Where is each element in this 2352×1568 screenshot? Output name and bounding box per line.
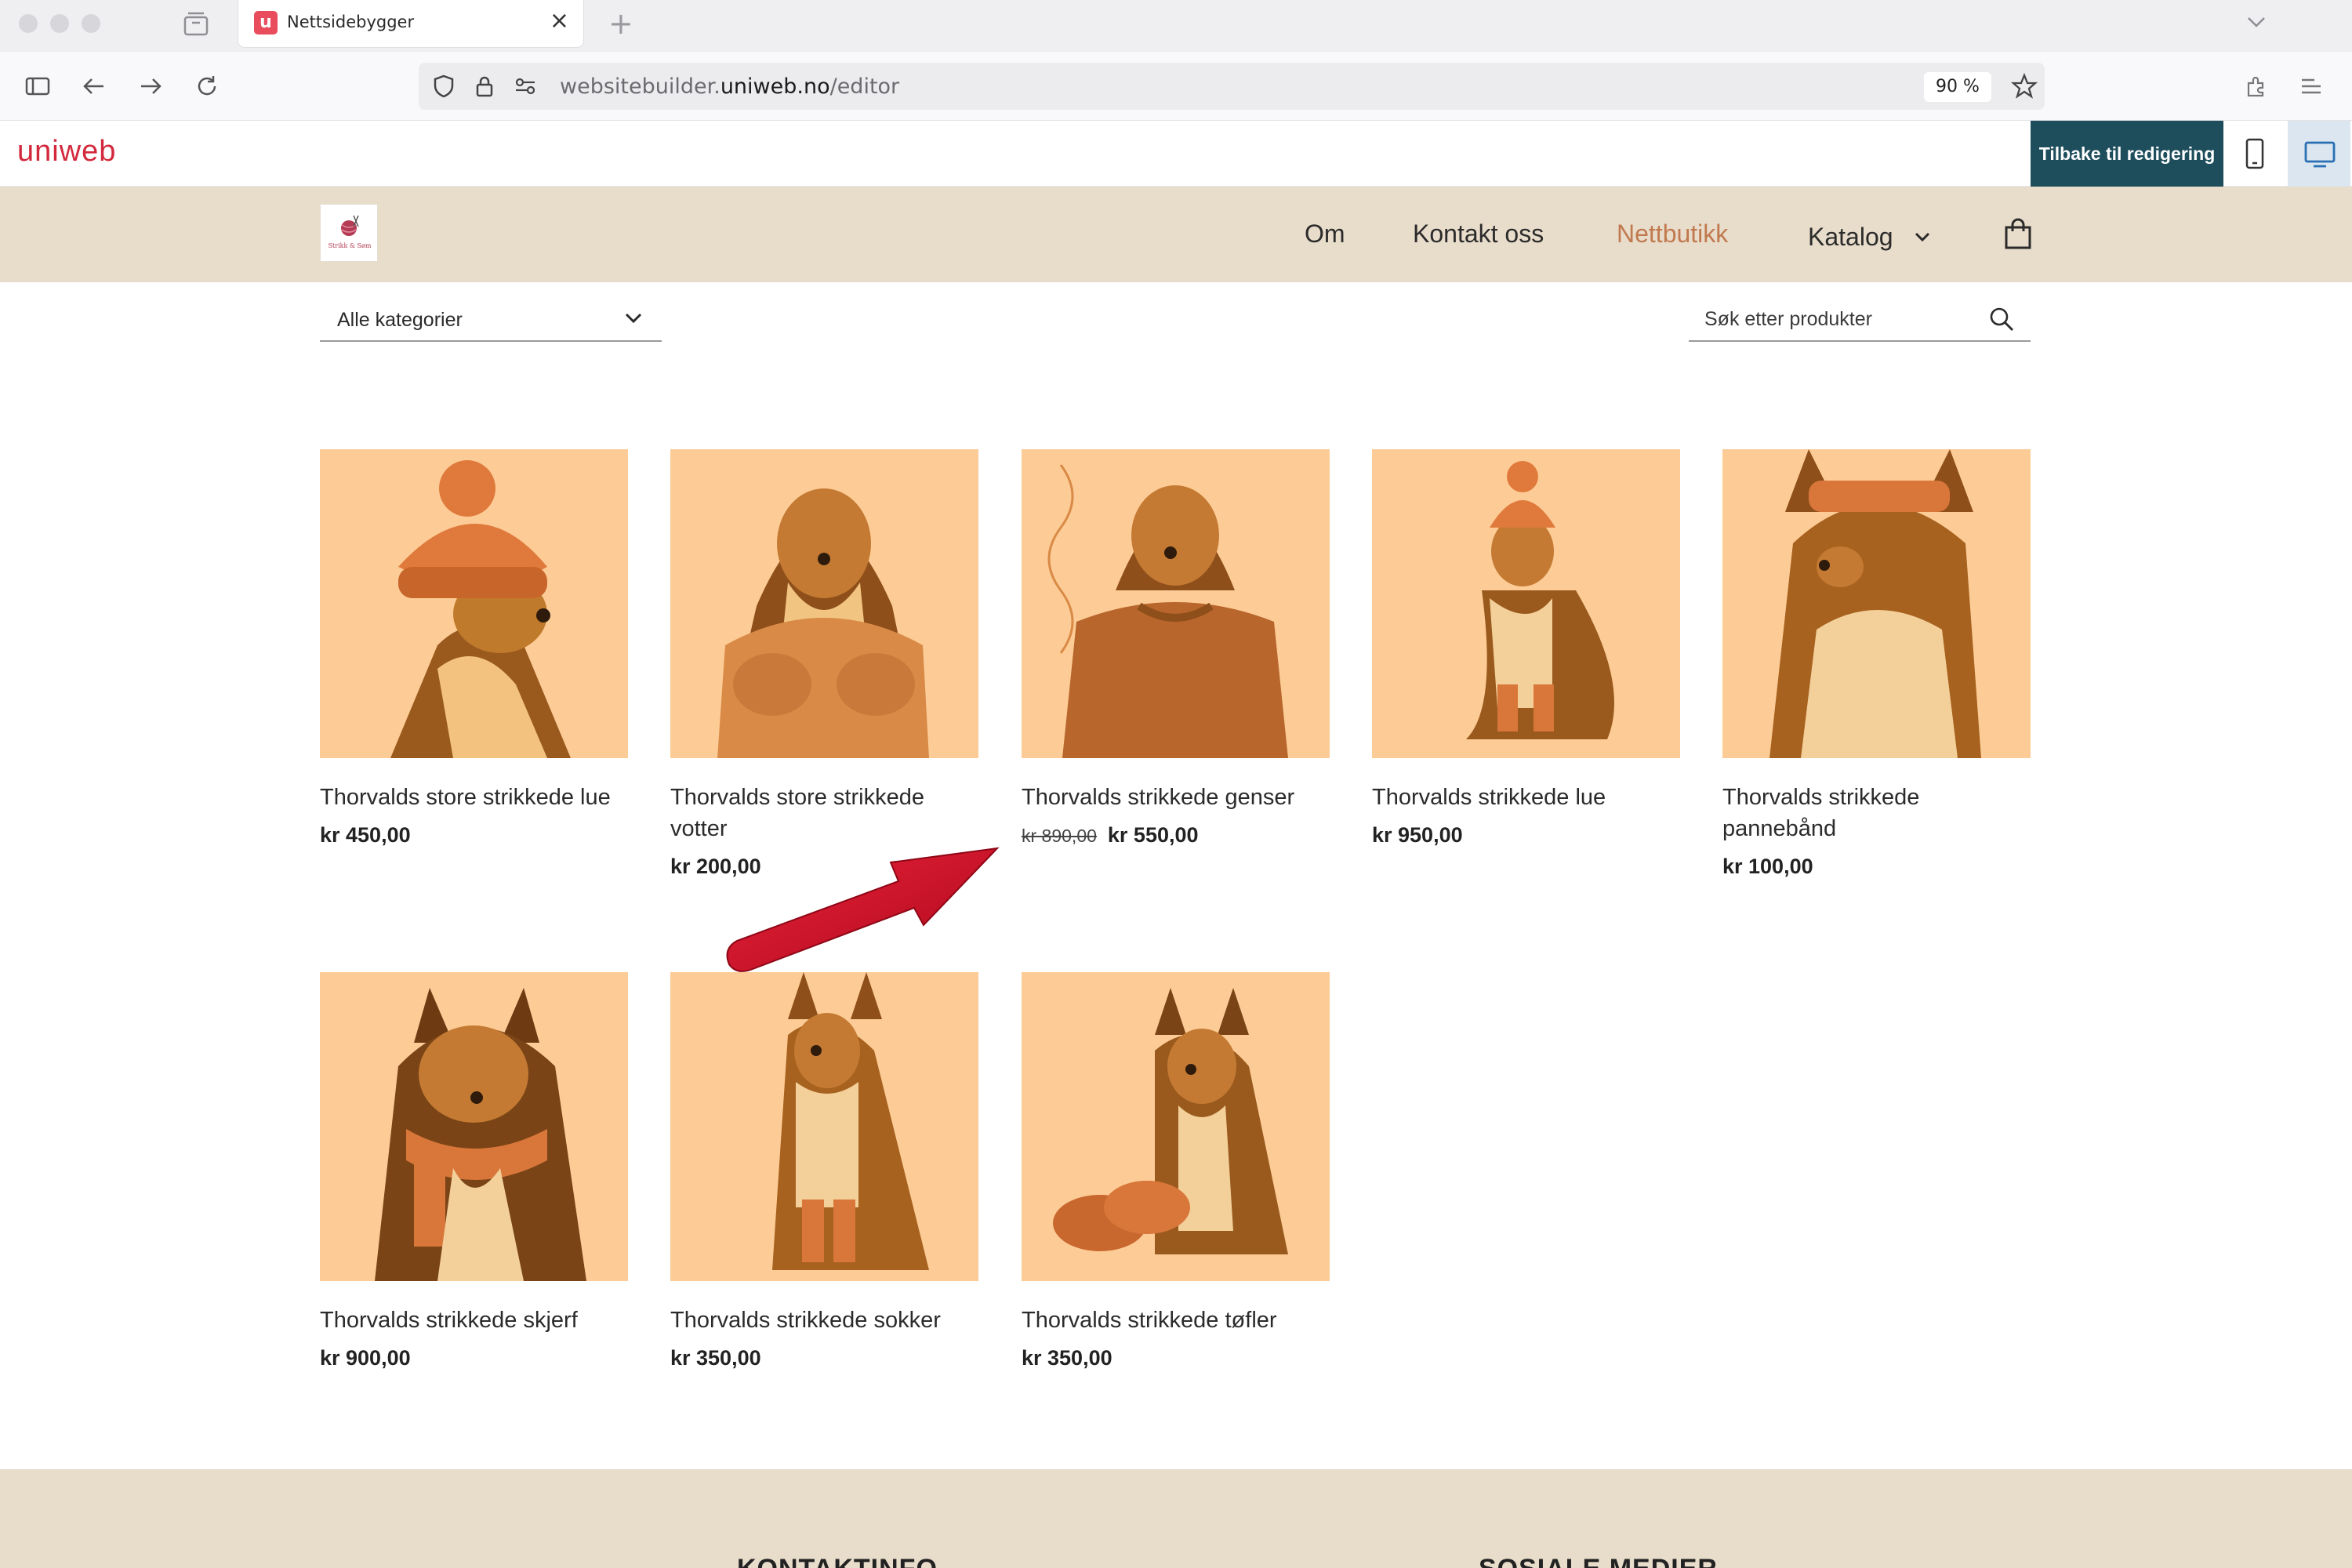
old-price: kr 890,00 bbox=[1022, 826, 1097, 846]
zoom-level-badge[interactable]: 90 % bbox=[1924, 72, 1991, 102]
product-card[interactable]: Thorvalds strikkede sokker kr 350,00 bbox=[670, 972, 978, 1370]
shopping-bag-icon[interactable] bbox=[2002, 216, 2034, 254]
nav-katalog[interactable]: Katalog bbox=[1808, 220, 1931, 252]
forward-arrow-icon[interactable] bbox=[136, 72, 165, 100]
nav-katalog-label: Katalog bbox=[1808, 223, 1893, 251]
product-name[interactable]: Thorvalds strikkede sokker bbox=[670, 1305, 978, 1336]
product-name[interactable]: Thorvalds strikkede skjerf bbox=[320, 1305, 628, 1336]
shield-icon[interactable] bbox=[430, 72, 458, 103]
product-price: kr 450,00 bbox=[320, 823, 411, 847]
product-price: kr 350,00 bbox=[1022, 1346, 1112, 1370]
minimize-window-button[interactable] bbox=[50, 14, 69, 33]
dog-sitting-beanie-image[interactable] bbox=[1372, 449, 1680, 758]
product-card[interactable]: Thorvalds store strikkede lue kr 450,00 bbox=[320, 449, 628, 848]
product-price: kr 950,00 bbox=[1372, 823, 1463, 847]
reload-icon[interactable] bbox=[193, 72, 221, 100]
close-tab-icon[interactable]: × bbox=[550, 9, 569, 33]
url-text: websitebuilder.uniweb.no/editor bbox=[560, 74, 900, 99]
site-logo-text: Strikk & Søm bbox=[328, 242, 372, 249]
site-logo[interactable]: Strikk & Søm bbox=[320, 204, 378, 262]
uniweb-favicon-icon: u bbox=[254, 11, 278, 34]
chevron-down-icon bbox=[624, 312, 643, 328]
product-card[interactable]: Thorvalds store strikkede votter kr 200,… bbox=[670, 449, 978, 879]
address-bar[interactable]: websitebuilder.uniweb.no/editor 90 % bbox=[419, 63, 2045, 110]
product-price: kr 900,00 bbox=[320, 1346, 411, 1370]
annotation-arrow bbox=[726, 847, 1000, 972]
product-name[interactable]: Thorvalds strikkede pannebånd bbox=[1722, 782, 2031, 844]
browser-toolbar: websitebuilder.uniweb.no/editor 90 % bbox=[0, 52, 2352, 121]
dog-in-mittens-image[interactable] bbox=[670, 449, 978, 758]
dog-in-scarf-image[interactable] bbox=[320, 972, 628, 1281]
lock-icon[interactable] bbox=[470, 72, 499, 103]
product-card[interactable]: Thorvalds strikkede tøfler kr 350,00 bbox=[1022, 972, 1330, 1370]
product-name[interactable]: Thorvalds strikkede genser bbox=[1022, 782, 1330, 813]
footer-heading-contact: KONTAKTINFO bbox=[737, 1554, 938, 1568]
new-tab-button[interactable]: + bbox=[608, 6, 633, 41]
product-card[interactable]: Thorvalds strikkede genser kr 890,00 kr 5… bbox=[1022, 449, 1330, 848]
back-arrow-icon[interactable] bbox=[80, 72, 108, 100]
zoom-window-button[interactable] bbox=[82, 14, 100, 33]
product-name[interactable]: Thorvalds store strikkede lue bbox=[320, 782, 628, 813]
close-window-button[interactable] bbox=[19, 14, 38, 33]
dog-with-slippers-image[interactable] bbox=[1022, 972, 1330, 1281]
nav-om[interactable]: Om bbox=[1305, 220, 1345, 249]
product-card[interactable]: Thorvalds strikkede pannebånd kr 100,00 bbox=[1722, 449, 2031, 879]
sale-price: kr 550,00 bbox=[1107, 823, 1199, 847]
nav-nettbutikk[interactable]: Nettbutikk bbox=[1617, 220, 1728, 249]
footer-heading-social: SOSIALE MEDIER bbox=[1479, 1554, 1718, 1568]
nav-kontakt-oss[interactable]: Kontakt oss bbox=[1413, 220, 1544, 249]
category-select-value: Alle kategorier bbox=[337, 309, 463, 331]
search-icon[interactable] bbox=[1988, 306, 2015, 336]
extensions-icon[interactable] bbox=[2242, 72, 2270, 100]
product-price: kr 350,00 bbox=[670, 1346, 761, 1370]
browser-tab-strip: u Nettsidebygger × + bbox=[0, 0, 2352, 52]
back-to-editing-button[interactable]: Tilbake til redigering bbox=[2031, 121, 2223, 187]
product-name[interactable]: Thorvalds strikkede lue bbox=[1372, 782, 1680, 813]
tab-list-chevron-icon[interactable] bbox=[2242, 8, 2270, 39]
dog-in-socks-image[interactable] bbox=[670, 972, 978, 1281]
product-price: kr 890,00 kr 550,00 bbox=[1022, 823, 1330, 848]
dog-in-beanie-image[interactable] bbox=[320, 449, 628, 758]
yarn-ball-icon bbox=[341, 215, 359, 236]
chevron-down-icon bbox=[1914, 220, 1931, 249]
tab-overview-icon[interactable] bbox=[180, 9, 212, 38]
dog-in-headband-image[interactable] bbox=[1722, 449, 2031, 758]
product-card[interactable]: Thorvalds strikkede skjerf kr 900,00 bbox=[320, 972, 628, 1370]
product-name[interactable]: Thorvalds strikkede tøfler bbox=[1022, 1305, 1330, 1336]
product-price: kr 100,00 bbox=[1722, 855, 1813, 878]
tab-title: Nettsidebygger bbox=[287, 13, 415, 31]
menu-icon[interactable] bbox=[2297, 72, 2325, 100]
dog-in-sweater-image[interactable] bbox=[1022, 449, 1330, 758]
product-search-input[interactable] bbox=[1704, 306, 1979, 332]
site-permissions-icon[interactable] bbox=[511, 72, 539, 103]
editor-bar: uniweb Tilbake til redigering bbox=[0, 121, 2352, 187]
site-header: Strikk & Søm Om Kontakt oss Nettbutikk K… bbox=[0, 187, 2352, 282]
desktop-preview-button[interactable] bbox=[2288, 121, 2350, 187]
bookmark-star-icon[interactable] bbox=[2010, 72, 2038, 103]
site-footer: KONTAKTINFO SOSIALE MEDIER bbox=[0, 1469, 2352, 1568]
sidebar-toggle-icon[interactable] bbox=[24, 72, 52, 100]
product-search[interactable] bbox=[1689, 298, 2031, 342]
product-card[interactable]: Thorvalds strikkede lue kr 950,00 bbox=[1372, 449, 1680, 848]
uniweb-logo[interactable]: uniweb bbox=[17, 135, 116, 169]
active-tab[interactable]: u Nettsidebygger × bbox=[238, 0, 583, 47]
category-select[interactable]: Alle kategorier bbox=[320, 298, 662, 342]
mobile-preview-button[interactable] bbox=[2223, 121, 2286, 187]
